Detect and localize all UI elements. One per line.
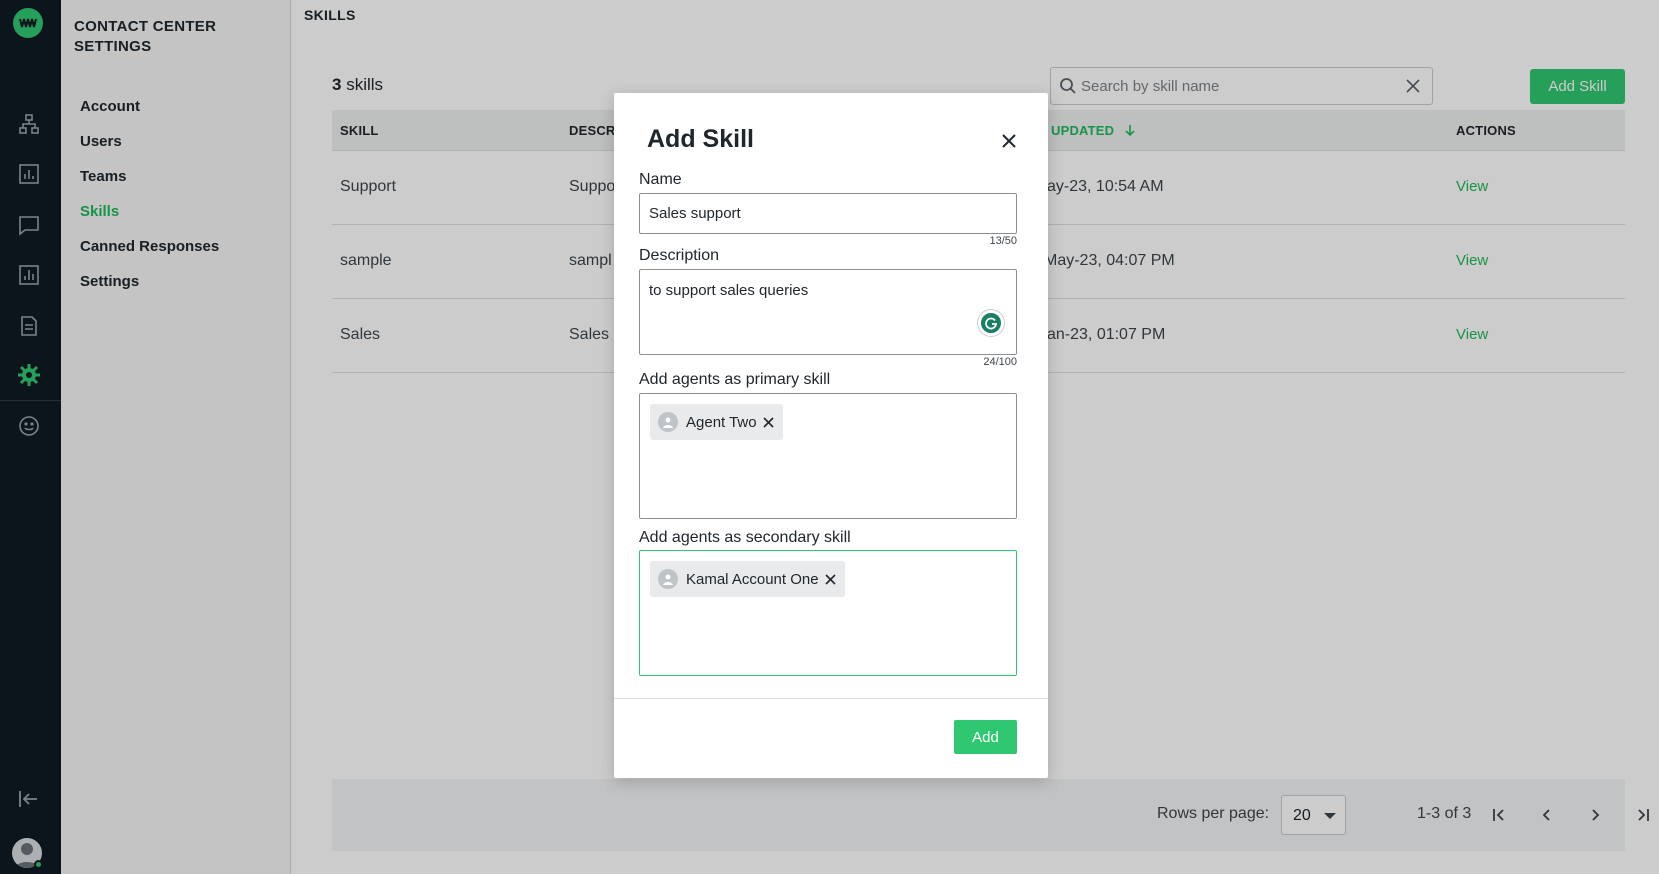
agent-chip[interactable]: Kamal Account One	[650, 561, 845, 597]
dialog-title: Add Skill	[647, 125, 754, 153]
name-field[interactable]: Sales support	[639, 193, 1017, 234]
remove-chip-icon[interactable]	[825, 573, 837, 585]
person-icon	[658, 569, 678, 589]
agent-chip-label: Kamal Account One	[686, 570, 819, 588]
name-char-counter: 13/50	[989, 235, 1017, 247]
description-value: to support sales queries	[649, 282, 809, 299]
remove-chip-icon[interactable]	[763, 416, 775, 428]
primary-agents-field[interactable]: Agent Two	[639, 393, 1017, 519]
agent-chip[interactable]: Agent Two	[650, 404, 783, 440]
secondary-agents-field[interactable]: Kamal Account One	[639, 550, 1017, 676]
description-label: Description	[639, 247, 720, 264]
description-char-counter: 24/100	[983, 356, 1017, 368]
agent-chip-label: Agent Two	[686, 413, 757, 431]
dialog-footer-divider	[614, 698, 1048, 699]
close-icon[interactable]	[999, 131, 1019, 151]
add-button[interactable]: Add	[954, 720, 1017, 754]
grammarly-icon[interactable]	[978, 310, 1004, 336]
add-skill-dialog: Add Skill Name Sales support 13/50 Descr…	[614, 93, 1048, 778]
secondary-skill-label: Add agents as secondary skill	[639, 529, 851, 546]
description-field[interactable]: to support sales queries	[639, 269, 1017, 355]
primary-skill-label: Add agents as primary skill	[639, 371, 831, 388]
name-label: Name	[639, 171, 682, 188]
name-value: Sales support	[649, 205, 741, 222]
person-icon	[658, 412, 678, 432]
